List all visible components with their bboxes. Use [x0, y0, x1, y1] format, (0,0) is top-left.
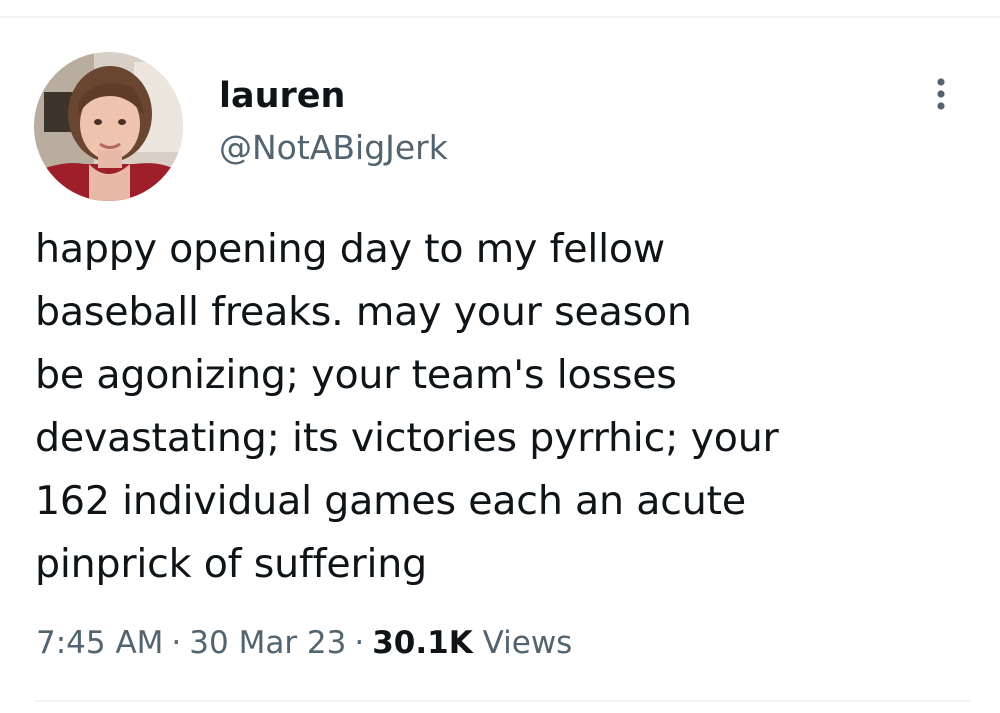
tweet-text-line: baseball freaks. may your season	[35, 289, 692, 335]
bottom-divider	[35, 700, 970, 702]
tweet-text-line: pinprick of suffering	[35, 541, 427, 587]
tweet-text: happy opening day to my fellow baseball …	[35, 218, 935, 596]
avatar[interactable]	[34, 52, 183, 201]
tweet-text-line: happy opening day to my fellow	[35, 226, 665, 272]
tweet-date[interactable]: 30 Mar 23	[189, 625, 346, 661]
tweet-time[interactable]: 7:45 AM	[36, 625, 163, 661]
meta-separator: ·	[354, 625, 365, 661]
views-label: Views	[482, 625, 573, 661]
tweet-meta: 7:45 AM · 30 Mar 23 · 30.1K Views	[36, 619, 572, 667]
author-handle[interactable]: @NotABigJerk	[219, 126, 448, 170]
views-count[interactable]: 30.1K	[372, 625, 473, 661]
more-options-button[interactable]	[926, 74, 956, 114]
meta-separator: ·	[171, 625, 182, 661]
tweet-text-line: devastating; its victories pyrrhic; your	[35, 415, 779, 461]
tweet-text-line: be agonizing; your team's losses	[35, 352, 677, 398]
tweet-text-line: 162 individual games each an acute	[35, 478, 746, 524]
profile-photo-icon	[34, 52, 183, 201]
vertical-ellipsis-icon	[937, 78, 945, 110]
author-display-name[interactable]: lauren	[219, 74, 345, 118]
top-divider	[0, 16, 1000, 18]
